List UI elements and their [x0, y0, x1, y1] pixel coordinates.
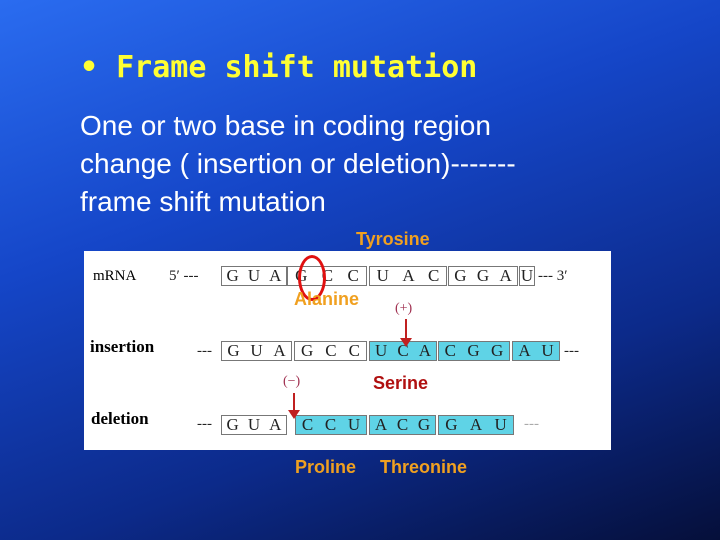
base: C: [444, 341, 457, 360]
base: A: [269, 266, 282, 285]
base: G: [301, 341, 314, 360]
base: U: [347, 415, 361, 434]
base: U: [247, 266, 261, 285]
base: G: [226, 415, 239, 434]
base: G: [476, 266, 490, 285]
deletion-arrow: [288, 393, 300, 419]
label-tyrosine: Tyrosine: [356, 229, 430, 249]
frameshift-figure: mRNA 5′ --- --- 3′ insertion --- --- del…: [84, 251, 611, 450]
base: U: [494, 415, 507, 434]
base: C: [324, 415, 337, 434]
base: A: [418, 341, 431, 360]
deletion-codon: ACG: [369, 415, 436, 435]
insertion-label: insertion: [90, 337, 155, 356]
base: G: [491, 341, 504, 360]
base: A: [469, 415, 483, 434]
insertion-codon: CGG: [438, 341, 510, 361]
mrna-codon: U: [519, 266, 535, 286]
insertion-arrow: [400, 319, 412, 347]
deletion-codon: GAU: [438, 415, 514, 435]
label-threonine: Threonine: [380, 457, 468, 477]
base: A: [374, 415, 388, 434]
base: G: [467, 341, 480, 360]
base: G: [227, 341, 240, 360]
insertion-codon: GCC: [294, 341, 367, 361]
body-line-2: change ( insertion or deletion)-------: [80, 148, 516, 179]
base: G: [445, 415, 458, 434]
body-line-3: frame shift mutation: [80, 186, 326, 217]
body-line-1: One or two base in coding region: [80, 110, 491, 141]
mrna-codon: GGA: [448, 266, 518, 286]
base: G: [417, 415, 431, 434]
slide: • Frame shift mutation One or two base i…: [0, 0, 720, 540]
deletion-sign: (−): [283, 374, 301, 389]
base: A: [269, 415, 282, 434]
base: A: [499, 266, 512, 285]
base: C: [301, 415, 314, 434]
base: U: [520, 266, 534, 285]
five-prime: 5′: [169, 268, 180, 284]
deletion-codon: GUA: [221, 415, 287, 435]
insertion-sign: (+): [395, 301, 413, 316]
mrna-codon: UAC: [369, 266, 447, 286]
base: U: [250, 341, 263, 360]
base: U: [247, 415, 261, 434]
three-prime: 3′: [556, 268, 568, 284]
base: C: [325, 341, 337, 360]
insertion-codon: AU: [512, 341, 560, 361]
base: G: [226, 266, 239, 285]
label-alanine: Alanine: [294, 289, 360, 309]
label-proline: Proline: [295, 457, 357, 477]
base: A: [402, 266, 415, 285]
base: C: [396, 415, 409, 434]
base: C: [347, 266, 359, 285]
insertion-codon: GUA: [221, 341, 292, 361]
deletion-codon: CCU: [295, 415, 367, 435]
deletion-label: deletion: [91, 409, 149, 428]
mrna-codon: GUA: [221, 266, 287, 286]
base: G: [454, 266, 467, 285]
base: U: [541, 341, 554, 360]
base: C: [427, 266, 440, 285]
slide-title: • Frame shift mutation: [80, 50, 478, 85]
mrna-label: mRNA: [93, 268, 137, 284]
base: C: [348, 341, 360, 360]
label-serine: Serine: [373, 373, 429, 393]
base: U: [376, 266, 389, 285]
base: U: [375, 341, 388, 360]
base: A: [273, 341, 286, 360]
base: A: [518, 341, 531, 360]
